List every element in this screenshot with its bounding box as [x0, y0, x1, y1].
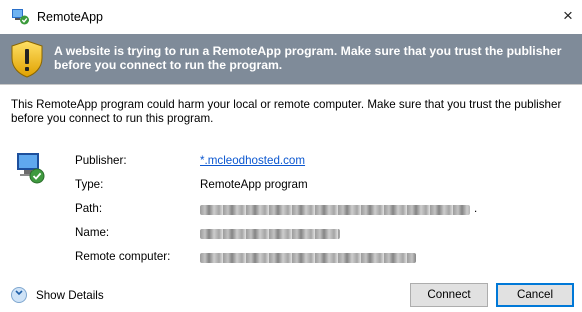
name-label: Name: [75, 226, 110, 239]
warning-banner: A website is trying to run a RemoteApp p… [0, 34, 582, 84]
remote-computer-label: Remote computer: [75, 250, 171, 263]
type-label: Type: [75, 178, 104, 191]
remote-computer-value-redacted [200, 253, 416, 263]
banner-divider [0, 84, 582, 85]
type-value: RemoteApp program [200, 178, 308, 191]
path-label: Path: [75, 202, 103, 215]
remote-computer-icon [17, 153, 45, 184]
shield-warning-icon [11, 40, 43, 78]
remoteapp-icon [12, 9, 29, 25]
name-value-redacted [200, 229, 340, 239]
chevron-down-icon [15, 290, 23, 296]
publisher-link[interactable]: *.mcleodhosted.com [200, 154, 305, 167]
warning-message: This RemoteApp program could harm your l… [11, 98, 562, 125]
window-title: RemoteApp [37, 10, 104, 24]
close-icon[interactable]: × [557, 4, 579, 28]
show-details-label: Show Details [36, 289, 104, 302]
connect-button[interactable]: Connect [410, 283, 488, 307]
publisher-label: Publisher: [75, 154, 127, 167]
cancel-button[interactable]: Cancel [496, 283, 574, 307]
banner-message: A website is trying to run a RemoteApp p… [54, 44, 562, 72]
path-value-redacted [200, 205, 470, 215]
path-value-suffix: . [474, 202, 478, 215]
title-bar: RemoteApp × [0, 0, 582, 34]
